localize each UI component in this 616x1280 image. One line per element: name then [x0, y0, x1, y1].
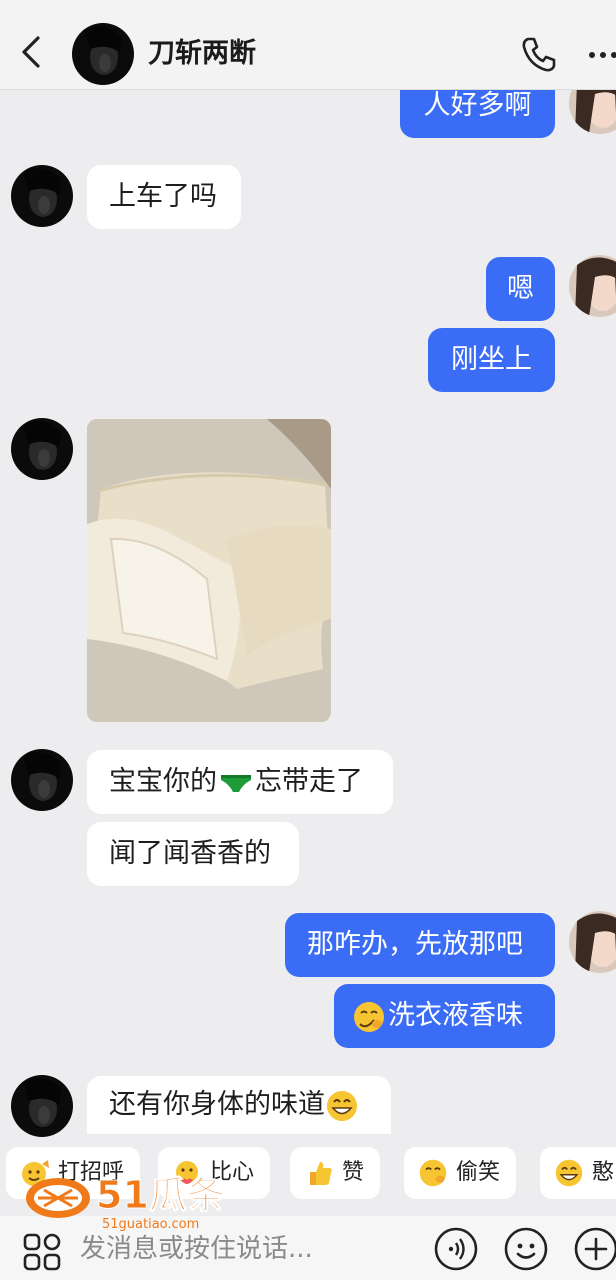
chip-label: 偷笑 — [456, 1160, 501, 1185]
incoming-message-bubble[interactable]: 还有你身体的味道 — [87, 1076, 391, 1134]
chip-label: 憨 — [592, 1160, 615, 1185]
voice-icon[interactable] — [432, 1225, 480, 1273]
message-text: 洗衣液香味 — [388, 1000, 523, 1031]
quick-reply-chip[interactable]: 偷笑 — [404, 1147, 517, 1199]
more-icon[interactable] — [586, 34, 616, 74]
incoming-message-bubble[interactable]: 上车了吗 — [87, 165, 241, 229]
contact-avatar[interactable] — [11, 749, 73, 811]
my-avatar[interactable] — [569, 911, 616, 973]
thumbs-up-emoji-icon — [310, 1162, 332, 1185]
back-arrow-icon[interactable] — [18, 34, 44, 70]
outgoing-message-bubble[interactable]: 洗衣液香味 — [334, 984, 555, 1048]
chip-label: 赞 — [342, 1160, 365, 1185]
chat-header: 刀斩两断 — [0, 0, 616, 90]
quick-reply-chip[interactable]: 赞 — [290, 1147, 381, 1199]
grin-emoji-icon — [555, 1159, 583, 1187]
message-text: 宝宝你的 — [109, 766, 217, 797]
contact-avatar[interactable] — [11, 1075, 73, 1137]
snicker-emoji-icon — [419, 1159, 447, 1187]
contact-avatar[interactable] — [11, 165, 73, 227]
photo-message[interactable] — [87, 419, 331, 722]
outgoing-message-bubble[interactable]: 刚坐上 — [428, 328, 555, 392]
contact-avatar[interactable] — [11, 418, 73, 480]
quick-reply-chip[interactable]: 憨 — [540, 1147, 616, 1199]
message-text: 还有你身体的味道 — [109, 1089, 325, 1120]
watermark-logo: 51瓜条 51guatiao.com — [26, 1173, 225, 1232]
message-text: 忘带走了 — [255, 766, 363, 797]
contact-avatar[interactable] — [72, 23, 134, 85]
my-avatar[interactable] — [569, 255, 616, 317]
briefs-emoji-icon — [221, 774, 251, 792]
incoming-message-bubble[interactable]: 宝宝你的 忘带走了 — [87, 750, 393, 814]
snicker-emoji-icon — [354, 1001, 384, 1032]
incoming-message-bubble[interactable]: 闻了闻香香的 — [87, 822, 299, 886]
contact-name: 刀斩两断 — [148, 38, 256, 69]
grin-emoji-icon — [327, 1090, 357, 1121]
outgoing-message-bubble[interactable]: 嗯 — [486, 257, 555, 321]
watermark-text: 51瓜条 — [96, 1173, 225, 1217]
outgoing-message-bubble[interactable]: 那咋办，先放那吧 — [285, 913, 555, 977]
watermark-url: 51guatiao.com — [102, 1217, 199, 1232]
apps-grid-icon[interactable] — [22, 1232, 62, 1272]
emoji-picker-icon[interactable] — [502, 1225, 550, 1273]
plus-icon[interactable] — [572, 1225, 616, 1273]
phone-icon[interactable] — [519, 34, 559, 74]
